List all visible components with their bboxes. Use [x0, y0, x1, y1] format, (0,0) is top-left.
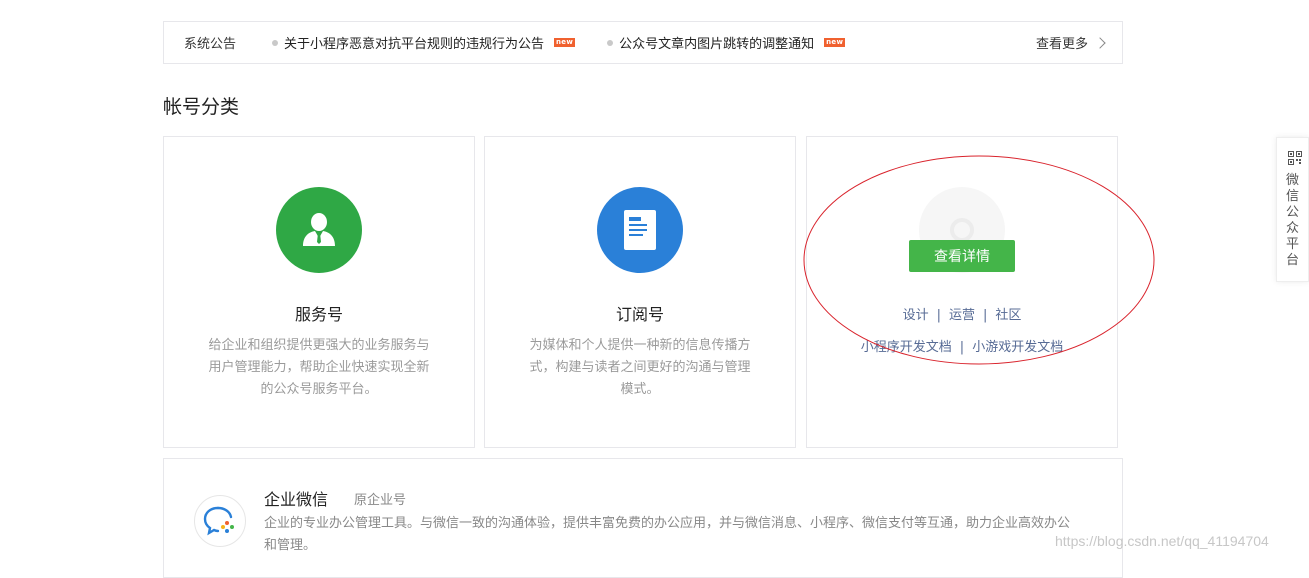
notice-text[interactable]: 关于小程序恶意对抗平台规则的违规行为公告 — [284, 33, 544, 52]
link-minigame-docs[interactable]: 小游戏开发文档 — [972, 340, 1063, 355]
new-badge: new — [554, 38, 576, 47]
separator: | — [959, 340, 965, 355]
notice-item-2[interactable]: 公众号文章内图片跳转的调整通知 new — [607, 33, 846, 52]
section-title: 帐号分类 — [163, 96, 240, 118]
notice-bar: 系统公告 关于小程序恶意对抗平台规则的违规行为公告 new 公众号文章内图片跳转… — [163, 21, 1123, 64]
document-icon — [597, 187, 683, 273]
wework-subtitle: 原企业号 — [354, 493, 407, 508]
qr-code-icon — [1288, 151, 1302, 165]
card-desc: 给企业和组织提供更强大的业务服务与用户管理能力，帮助企业快速实现全新的公众号服务… — [208, 338, 430, 397]
separator: | — [936, 308, 941, 323]
card-miniprogram[interactable]: 查看详情 设计 | 运营 | 社区 小程序开发文档 | 小游戏开发文档 — [806, 136, 1118, 448]
separator: | — [983, 308, 988, 323]
bullet-dot — [272, 39, 278, 46]
view-details-button[interactable]: 查看详情 — [909, 240, 1015, 272]
wework-name: 企业微信 — [264, 490, 329, 509]
card-wework[interactable]: 企业微信 原企业号 企业的专业办公管理工具。与微信一致的沟通体验，提供丰富免费的… — [163, 458, 1123, 578]
notice-title: 系统公告 — [184, 37, 237, 52]
link-community[interactable]: 社区 — [995, 308, 1021, 323]
float-panel-wechat-mp[interactable]: 微信公众平台 — [1276, 137, 1309, 282]
link-operations[interactable]: 运营 — [949, 308, 975, 323]
link-design[interactable]: 设计 — [903, 308, 929, 323]
watermark: https://blog.csdn.net/qq_41194704 — [1055, 533, 1269, 549]
card-service-account[interactable]: 服务号 给企业和组织提供更强大的业务服务与用户管理能力，帮助企业快速实现全新的公… — [163, 136, 475, 448]
float-panel-text[interactable]: 微信公众平台 — [1277, 173, 1308, 269]
card-subscription-account[interactable]: 订阅号 为媒体和个人提供一种新的信息传播方式，构建与读者之间更好的沟通与管理模式… — [484, 136, 796, 448]
card-name: 订阅号 — [615, 305, 664, 324]
links-row-2: 小程序开发文档 | 小游戏开发文档 — [807, 336, 1117, 355]
wework-logo-icon — [194, 495, 246, 547]
card-desc: 为媒体和个人提供一种新的信息传播方式，构建与读者之间更好的沟通与管理模式。 — [529, 338, 751, 397]
links-row-1: 设计 | 运营 | 社区 — [807, 304, 1117, 323]
chevron-right-icon — [1094, 36, 1106, 49]
notice-text[interactable]: 公众号文章内图片跳转的调整通知 — [619, 33, 814, 52]
wework-desc: 企业的专业办公管理工具。与微信一致的沟通体验，提供丰富免费的办公应用，并与微信消… — [264, 516, 1071, 553]
new-badge: new — [824, 38, 846, 47]
card-name: 服务号 — [294, 305, 343, 324]
more-link-label[interactable]: 查看更多 — [1036, 33, 1088, 52]
link-miniprogram-docs[interactable]: 小程序开发文档 — [861, 340, 952, 355]
user-icon — [276, 187, 362, 273]
notice-item-1[interactable]: 关于小程序恶意对抗平台规则的违规行为公告 new — [272, 33, 576, 52]
bullet-dot — [607, 39, 614, 46]
more-link[interactable]: 查看更多 — [1036, 22, 1106, 63]
